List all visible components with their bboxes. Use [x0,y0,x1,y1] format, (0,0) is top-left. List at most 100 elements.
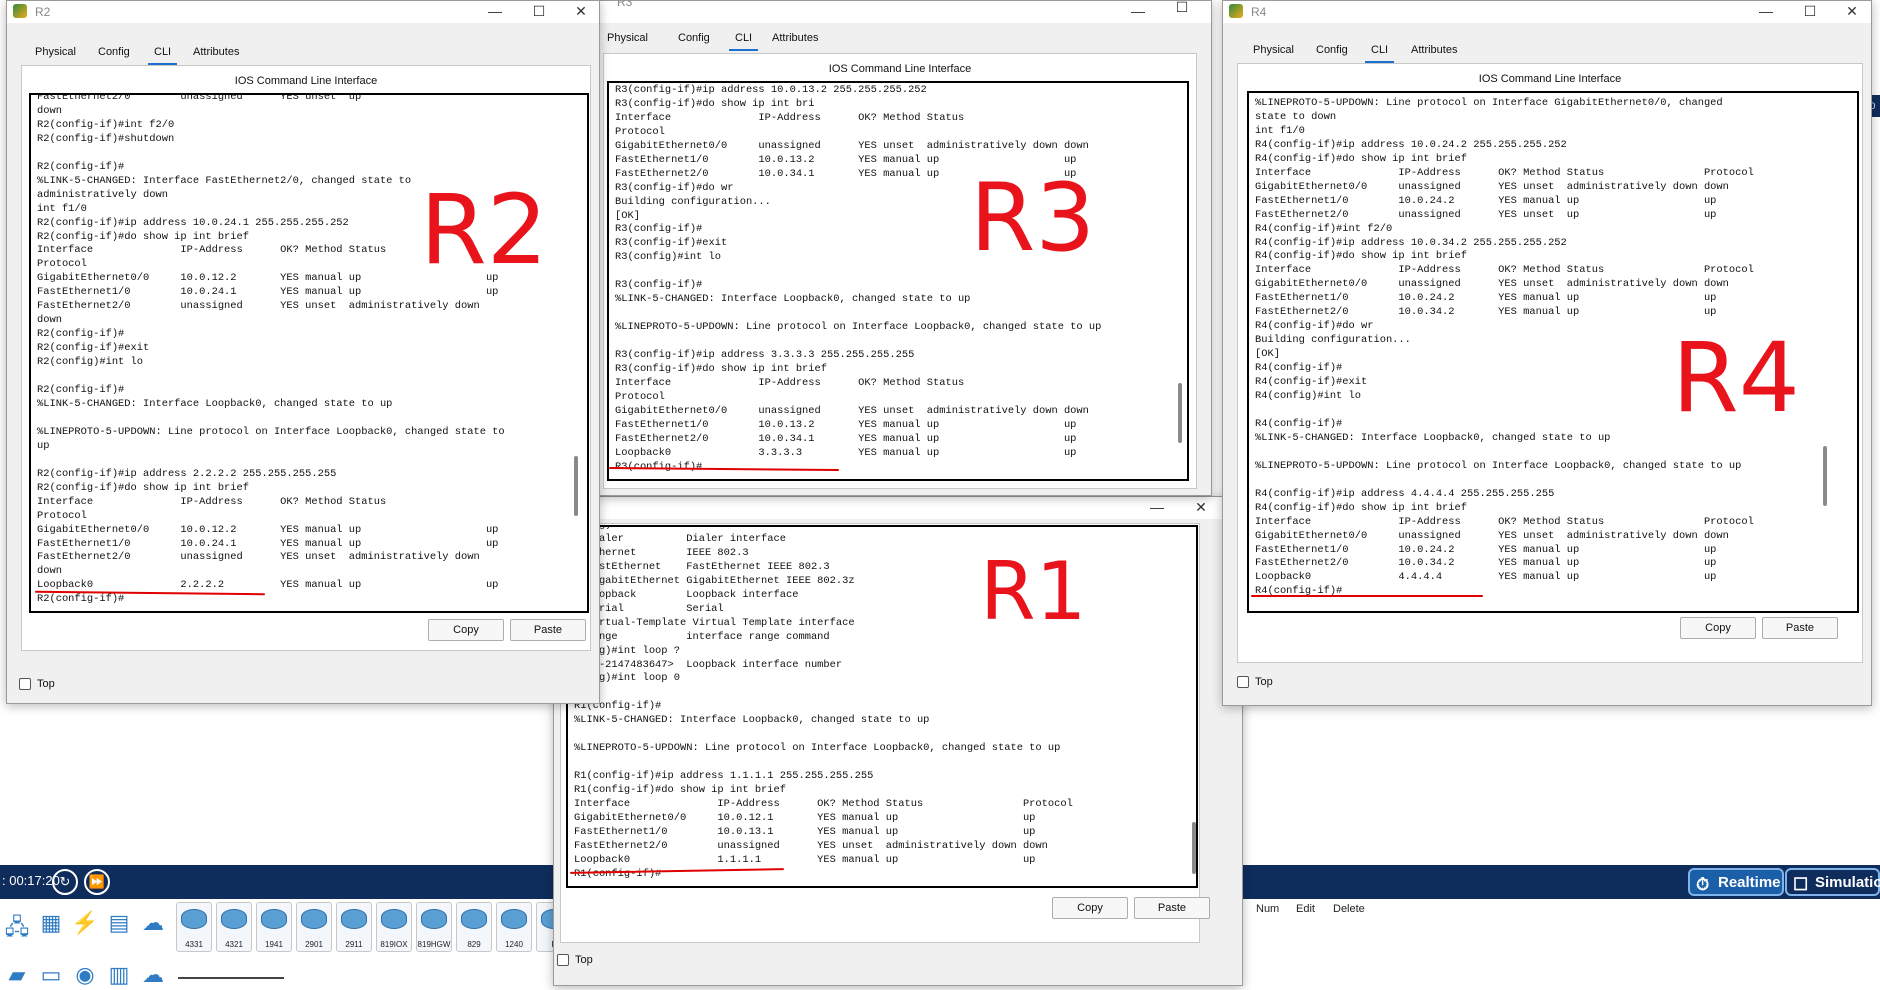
r2-panel-caption: IOS Command Line Interface [234,75,378,87]
r2-maximize-button[interactable]: ☐ [518,1,560,23]
realtime-label: Realtime [1718,874,1781,891]
router-icon [421,909,447,929]
r3-panel-caption: IOS Command Line Interface [828,63,972,75]
device-model-label: 2911 [345,940,363,949]
router-icon [381,909,407,929]
device-model-8[interactable]: 1240 [496,902,532,952]
r4-tab-config[interactable]: Config [1310,39,1354,63]
device-model-0[interactable]: 4331 [176,902,212,952]
pdu-col-num: Num [1256,903,1280,915]
cloud-icon[interactable]: ☁ [138,910,168,938]
fast-forward-button[interactable]: ⏩ [84,869,110,895]
r2-tab-physical[interactable]: Physical [29,41,82,65]
device-model-3[interactable]: 2901 [296,902,332,952]
r1-top-checkbox[interactable] [557,954,569,966]
r2-scrollbar[interactable] [574,456,578,516]
r1-scrollbar[interactable] [1192,822,1196,874]
router-icon [341,909,367,929]
r3-tab-physical[interactable]: Physical [601,27,654,51]
simulation-mode-button[interactable]: ☐ Simulation [1785,868,1880,896]
r3-minimize-button[interactable]: — [1117,1,1159,23]
r4-close-button[interactable]: ✕ [1831,1,1873,23]
power-cycle-button[interactable]: ↻ [52,869,78,895]
device-model-2[interactable]: 1941 [256,902,292,952]
r2-titlebar: R2 — ☐ ✕ [7,1,599,23]
router-icon [301,909,327,929]
r1-window: — ✕ onfig)#int ? dialer Dialer interface… [553,496,1243,986]
r4-app-icon [1229,4,1243,18]
r3-titlebar: R3 — ☐ [597,0,1211,23]
simulation-icon: ☐ [1793,875,1809,894]
r2-cli-output: FastEthernet2/0 unassigned YES unset up … [37,93,505,606]
r1-annotation: R1 [980,545,1087,638]
device-model-label: 4321 [225,940,243,949]
r1-paste-button[interactable]: Paste [1134,897,1210,919]
router-icon [501,909,527,929]
r2-top-checkbox[interactable] [19,678,31,690]
r2-app-icon [13,4,27,18]
r2-title: R2 [35,5,51,19]
r1-close-button[interactable]: ✕ [1180,497,1222,519]
r3-window: R3 — ☐ Physical Config CLI Attributes IO… [596,0,1212,496]
r2-tab-config[interactable]: Config [92,41,136,65]
r4-copy-button[interactable]: Copy [1680,617,1756,639]
selection-indicator [178,977,284,979]
r2-annotation: R2 [420,174,548,286]
misc-devices-icon[interactable]: ▤ [104,910,134,938]
r1-minimize-button[interactable]: — [1136,497,1178,519]
pdu-col-edit: Edit [1296,903,1315,915]
device-model-4[interactable]: 2911 [336,902,372,952]
r2-top-label: Top [37,678,55,690]
device-model-1[interactable]: 4321 [216,902,252,952]
r4-title: R4 [1251,5,1267,19]
r2-copy-button[interactable]: Copy [428,619,504,641]
r3-scrollbar[interactable] [1178,383,1182,443]
r2-close-button[interactable]: ✕ [560,1,602,23]
r1-cli-output: onfig)#int ? dialer Dialer interface eth… [574,525,1073,880]
end-devices-icon[interactable]: ▦ [36,910,66,938]
r3-tab-attributes[interactable]: Attributes [766,27,824,51]
r3-title: R3 [617,0,633,9]
r2-window: R2 — ☐ ✕ Physical Config CLI Attributes … [6,0,600,704]
r3-annotation: R3 [970,164,1096,273]
device-model-6[interactable]: 819HGW [416,902,452,952]
device-model-7[interactable]: 829 [456,902,492,952]
r1-copy-button[interactable]: Copy [1052,897,1128,919]
device-model-label: 829 [467,940,481,949]
r4-minimize-button[interactable]: — [1745,1,1787,23]
r4-tab-attributes[interactable]: Attributes [1405,39,1463,63]
r4-paste-button[interactable]: Paste [1762,617,1838,639]
r4-maximize-button[interactable]: ☐ [1789,1,1831,23]
network-devices-icon[interactable]: 🖧 [2,910,32,939]
router-icon [221,909,247,929]
r4-titlebar: R4 — ☐ ✕ [1223,1,1871,23]
r3-cli-output: int f2/0 R3(config-if)#ip address 10.0.1… [615,83,1102,473]
device-model-label: 2901 [305,940,323,949]
device-model-label: 4331 [185,940,203,949]
r2-tab-cli[interactable]: CLI [148,41,178,65]
r2-tab-attributes[interactable]: Attributes [187,41,245,65]
r2-paste-button[interactable]: Paste [510,619,586,641]
r3-cli-terminal[interactable]: int f2/0 R3(config-if)#ip address 10.0.1… [607,81,1189,481]
r4-panel-caption: IOS Command Line Interface [1478,73,1622,85]
clock-icon: ⏱ [1696,875,1710,894]
r2-minimize-button[interactable]: — [474,1,516,23]
pdu-col-delete: Delete [1333,903,1365,915]
device-model-5[interactable]: 819IOX [376,902,412,952]
r4-top-checkbox[interactable] [1237,676,1249,688]
r1-cli-terminal[interactable]: onfig)#int ? dialer Dialer interface eth… [566,525,1198,888]
r4-annotation: R4 [1672,322,1800,434]
r4-tab-physical[interactable]: Physical [1247,39,1300,63]
r4-tab-cli[interactable]: CLI [1365,39,1395,63]
r2-cli-terminal[interactable]: FastEthernet2/0 unassigned YES unset up … [29,93,589,613]
realtime-mode-button[interactable]: ⏱ Realtime [1688,868,1784,896]
r3-tab-cli[interactable]: CLI [729,27,759,51]
device-model-label: 1941 [265,940,283,949]
router-icon [261,909,287,929]
device-model-label: 819HGW [417,940,451,949]
r4-top-label: Top [1255,676,1273,688]
r4-scrollbar[interactable] [1823,446,1827,506]
connections-icon[interactable]: ⚡ [70,910,100,938]
r3-maximize-button[interactable]: ☐ [1161,0,1203,19]
r3-tab-config[interactable]: Config [672,27,716,51]
